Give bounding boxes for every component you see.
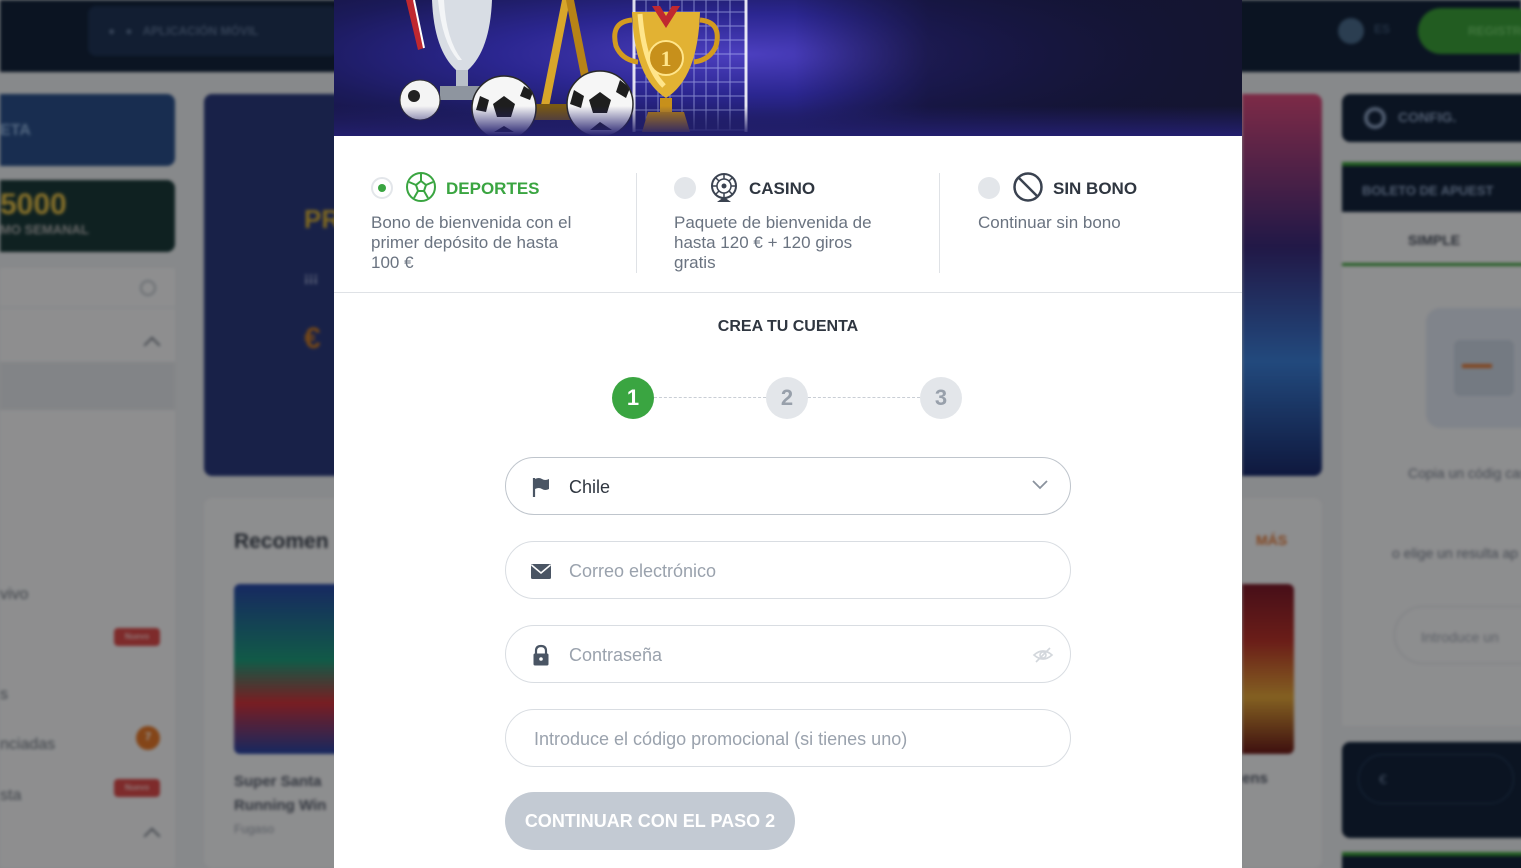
email-field[interactable]: Correo electrónico: [505, 541, 1071, 599]
promo-code-placeholder: Introduce el código promocional (si tien…: [534, 729, 908, 749]
promo-code-field[interactable]: Introduce el código promocional (si tien…: [505, 709, 1071, 767]
bonus-radio-deportes[interactable]: [371, 177, 393, 199]
bonus-radio-sin-bono[interactable]: [978, 177, 1000, 199]
registration-modal: 1 DEPORTES Bono de bienvenida con el pri…: [334, 0, 1242, 868]
bonus-title-sin-bono: SIN BONO: [1053, 179, 1138, 198]
bonus-description-casino: Paquete de bienvenida de hasta 120 € + 1…: [674, 213, 872, 272]
bonus-option-deportes[interactable]: DEPORTES Bono de bienvenida con el prime…: [371, 136, 601, 293]
envelope-icon: [530, 564, 552, 579]
country-value: Chile: [569, 477, 611, 497]
svg-text:1: 1: [661, 46, 672, 71]
country-select[interactable]: Chile: [505, 457, 1071, 515]
password-placeholder: Contraseña: [569, 645, 663, 665]
bonus-title-deportes: DEPORTES: [446, 179, 540, 198]
bonus-description-deportes: Bono de bienvenida con el primer depósit…: [371, 213, 572, 272]
hero-banner: 1: [334, 0, 1242, 136]
no-entry-icon: [1013, 172, 1043, 202]
flag-icon: [532, 478, 549, 497]
continue-step-2-button[interactable]: CONTINUAR CON EL PASO 2: [505, 792, 795, 850]
bonus-description-sin-bono: Continuar sin bono: [978, 213, 1121, 232]
bonus-option-casino[interactable]: CASINO Paquete de bienvenida de hasta 12…: [674, 136, 904, 293]
form-title: CREA TU CUENTA: [717, 318, 859, 335]
divider: [636, 173, 637, 273]
bonus-option-sin-bono[interactable]: SIN BONO Continuar sin bono: [978, 136, 1208, 293]
step-1: 1: [612, 377, 654, 419]
bonus-radio-casino[interactable]: [674, 177, 696, 199]
password-field[interactable]: Contraseña: [505, 625, 1071, 683]
chevron-down-icon[interactable]: [1032, 476, 1048, 492]
step-indicator: 1 2 3: [612, 377, 964, 419]
eye-hidden-icon[interactable]: [1032, 644, 1054, 666]
bonus-title-casino: CASINO: [749, 179, 816, 198]
email-placeholder: Correo electrónico: [569, 561, 717, 581]
roulette-icon: [711, 173, 737, 202]
divider: [939, 173, 940, 273]
step-2: 2: [766, 377, 808, 419]
step-3: 3: [920, 377, 962, 419]
bonus-selector: DEPORTES Bono de bienvenida con el prime…: [334, 136, 1242, 293]
lock-icon: [533, 644, 549, 666]
soccer-ball-icon: [406, 172, 436, 202]
